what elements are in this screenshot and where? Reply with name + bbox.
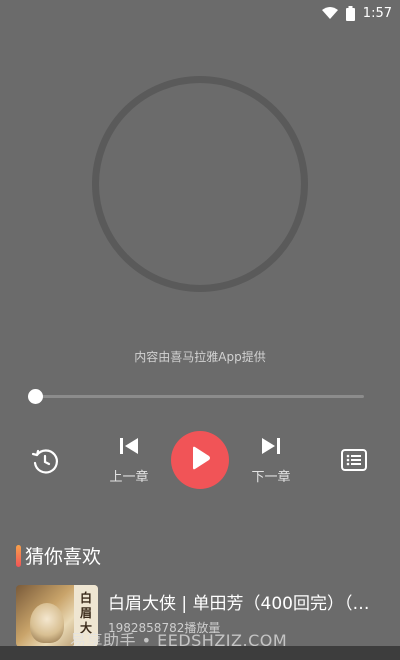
recommend-title-text: 猜你喜欢 xyxy=(25,546,102,568)
navigation-bar xyxy=(0,646,400,660)
wifi-icon xyxy=(321,7,338,19)
cover-char: 眉 xyxy=(79,606,92,620)
status-bar: 1:57 xyxy=(0,0,400,26)
recommend-item-title: 白眉大侠 | 单田芳（400回完）（… xyxy=(108,594,370,614)
playlist-button[interactable] xyxy=(340,448,368,476)
progress-thumb[interactable] xyxy=(28,389,43,404)
cover-portrait xyxy=(30,603,64,643)
recommend-section-title: 猜你喜欢 xyxy=(16,542,101,569)
next-chapter-label: 下一章 xyxy=(251,470,291,485)
provider-text: 内容由喜马拉雅App提供 xyxy=(134,350,266,364)
progress-track[interactable] xyxy=(36,395,364,398)
play-icon xyxy=(189,446,211,474)
history-icon xyxy=(30,446,60,480)
section-accent-bar xyxy=(16,544,21,567)
skip-next-icon xyxy=(260,436,282,460)
cover-char: 白 xyxy=(79,591,92,605)
previous-chapter-button[interactable]: 上一章 xyxy=(104,436,154,485)
battery-icon xyxy=(345,5,355,21)
previous-chapter-label: 上一章 xyxy=(109,470,149,485)
skip-previous-icon xyxy=(118,436,140,460)
next-chapter-button[interactable]: 下一章 xyxy=(246,436,296,485)
playback-controls: 上一章 下一章 xyxy=(0,430,400,500)
album-disc xyxy=(92,76,308,292)
play-button[interactable] xyxy=(171,431,229,489)
history-button[interactable] xyxy=(30,446,60,480)
status-time: 1:57 xyxy=(362,5,392,21)
playlist-icon xyxy=(340,448,368,476)
